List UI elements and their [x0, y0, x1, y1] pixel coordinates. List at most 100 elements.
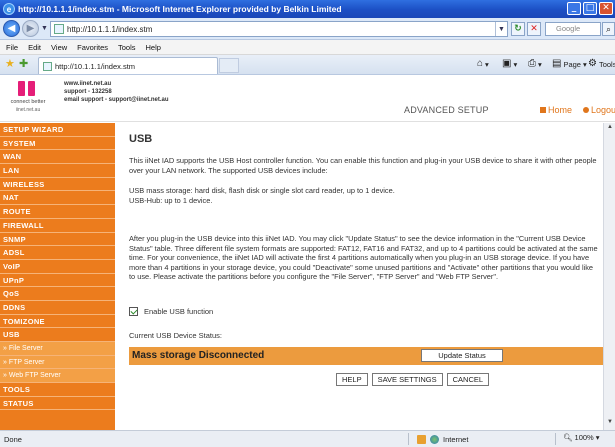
instructions-paragraph: After you plug-in the USB device into th… [129, 234, 598, 282]
search-input[interactable]: Google [545, 22, 601, 36]
scroll-up-icon[interactable]: ▲ [605, 124, 615, 134]
sidebar-item-snmp[interactable]: SNMP [0, 233, 115, 247]
menu-file[interactable]: File [6, 43, 18, 52]
menu-view[interactable]: View [51, 43, 67, 52]
sidebar-item-nat[interactable]: NAT [0, 191, 115, 206]
back-button[interactable]: ◀ [3, 20, 20, 37]
logo-bars-icon [18, 78, 36, 96]
sidebar-subitem-ftp-server[interactable]: » FTP Server [0, 355, 115, 370]
url-dropdown-icon[interactable]: ▼ [495, 22, 507, 36]
minimize-button[interactable]: _ [567, 2, 581, 15]
sidebar-item-voip[interactable]: VoIP [0, 260, 115, 274]
sidebar-item-qos[interactable]: QoS [0, 287, 115, 301]
enable-usb-label: Enable USB function [144, 307, 214, 316]
iinet-logo: connect better iinet.net.au [6, 78, 48, 120]
zoom-control[interactable]: 🔍︎ 100% ▾ [563, 433, 599, 442]
window-controls: _ □ ✕ [567, 2, 613, 15]
home-link[interactable]: Home [540, 105, 572, 115]
page-icon [54, 24, 64, 34]
page-header: connect better iinet.net.au www.iinet.ne… [0, 75, 615, 122]
sidebar-subitem-file-server[interactable]: » File Server [0, 342, 115, 356]
supported-devices: USB mass storage: hard disk, flash disk … [129, 186, 599, 205]
menu-favorites[interactable]: Favorites [77, 43, 108, 52]
scroll-down-icon[interactable]: ▼ [605, 419, 615, 429]
tools-gear-icon: ⚙ [588, 58, 597, 69]
sidebar-item-tools[interactable]: TOOLS [0, 383, 115, 397]
enable-usb-checkbox[interactable] [129, 307, 138, 316]
window-title: http://10.1.1.1/index.stm - Microsoft In… [18, 4, 342, 14]
forward-button[interactable]: ▶ [22, 20, 39, 37]
tools-menu-label: Tools [598, 59, 615, 69]
sidebar-subitem-web-ftp-server[interactable]: » Web FTP Server [0, 369, 115, 384]
sidebar-item-upnp[interactable]: UPnP [0, 274, 115, 288]
logo-domain: iinet.net.au [15, 107, 41, 113]
zoom-level: 100% [574, 433, 594, 442]
sidebar-item-ddns[interactable]: DDNS [0, 301, 115, 315]
protected-mode-icon [417, 434, 426, 444]
enable-usb-row: Enable USB function [129, 307, 213, 316]
menu-help[interactable]: Help [146, 43, 161, 52]
vertical-scrollbar[interactable]: ▲ ▼ [603, 123, 615, 430]
intro-paragraph: This iiNet IAD supports the USB Host con… [129, 156, 597, 175]
page-menu-icon: ▤ [552, 58, 562, 69]
update-status-button[interactable]: Update Status [421, 349, 503, 362]
page-menu-button[interactable]: ▤ Page ▾ [552, 59, 587, 69]
close-button[interactable]: ✕ [599, 2, 613, 15]
menu-tools[interactable]: Tools [118, 43, 136, 52]
save-settings-button[interactable]: SAVE SETTINGS [371, 373, 443, 386]
add-favorite-icon[interactable]: ✚ [19, 59, 28, 70]
logout-link[interactable]: Logout [583, 105, 615, 115]
sidebar-item-status[interactable]: STATUS [0, 397, 115, 411]
history-dropdown-icon[interactable]: ▼ [41, 25, 48, 32]
menu-bar: File Edit View Favorites Tools Help [0, 40, 615, 55]
refresh-button[interactable]: ↻ [511, 22, 525, 36]
usb-status-label: Current USB Device Status: [129, 331, 222, 340]
home-link-label: Home [548, 105, 573, 115]
url-input[interactable]: http://10.1.1.1/index.stm ▼ [50, 21, 508, 37]
sidebar-item-usb[interactable]: USB [0, 328, 115, 342]
sidebar-item-system[interactable]: SYSTEM [0, 137, 115, 151]
new-tab-button[interactable] [219, 58, 239, 73]
url-text: http://10.1.1.1/index.stm [67, 24, 153, 34]
zoom-dropdown-icon: ▾ [595, 433, 600, 442]
sidebar-item-setup-wizard[interactable]: SETUP WIZARD [0, 123, 115, 137]
search-button[interactable]: ⌕ [602, 22, 615, 36]
sidebar-item-adsl[interactable]: ADSL [0, 246, 115, 260]
action-buttons: HELP SAVE SETTINGS CANCEL [336, 373, 490, 386]
sidebar-item-lan[interactable]: LAN [0, 164, 115, 178]
sidebar-item-wan[interactable]: WAN [0, 150, 115, 165]
sidebar-item-wireless[interactable]: WIRELESS [0, 178, 115, 192]
security-zone[interactable]: Internet [417, 433, 468, 445]
zoom-icon: 🔍︎ [563, 433, 573, 442]
logout-bullet-icon [583, 107, 589, 113]
tools-menu-button[interactable]: ⚙ Tools [588, 59, 615, 69]
maximize-button[interactable]: □ [583, 2, 597, 15]
help-button[interactable]: HELP [336, 373, 368, 386]
page-title: USB [129, 133, 153, 145]
feeds-icon: ▣ [502, 58, 512, 69]
favorites-star-icon[interactable]: ★ [5, 59, 15, 70]
print-cmd-button[interactable]: ⎙ ▾ [528, 59, 542, 69]
contact-info: www.iinet.net.au support - 132258 email … [64, 80, 169, 104]
ie-logo-icon: e [3, 3, 15, 15]
menu-edit[interactable]: Edit [28, 43, 41, 52]
sidebar-item-route[interactable]: ROUTE [0, 205, 115, 219]
sidebar-item-tomizone[interactable]: TOMIZONE [0, 315, 115, 329]
feeds-cmd-button[interactable]: ▣ ▾ [502, 59, 517, 69]
router-page: connect better iinet.net.au www.iinet.ne… [0, 75, 615, 430]
supported-hub: USB-Hub: up to 1 device. [129, 195, 213, 205]
home-bullet-icon [540, 107, 546, 113]
tab-current[interactable]: http://10.1.1.1/index.stm [38, 57, 218, 74]
contact-email: email support - support@iinet.net.au [64, 97, 169, 103]
sidebar-item-firewall[interactable]: FIREWALL [0, 219, 115, 233]
usb-status-bar: Mass storage Disconnected Update Status [129, 347, 603, 365]
stop-button[interactable]: ✕ [527, 22, 541, 36]
home-cmd-button[interactable]: ⌂ ▾ [477, 59, 489, 69]
home-icon: ⌂ [477, 58, 484, 69]
cancel-button[interactable]: CANCEL [446, 373, 490, 386]
browser-status-bar: Done Internet 🔍︎ 100% ▾ [0, 430, 615, 447]
mode-title: ADVANCED SETUP [404, 105, 489, 115]
page-menu-label: Page [563, 59, 581, 69]
window-titlebar: e http://10.1.1.1/index.stm - Microsoft … [0, 0, 615, 18]
contact-site: www.iinet.net.au [64, 81, 112, 87]
